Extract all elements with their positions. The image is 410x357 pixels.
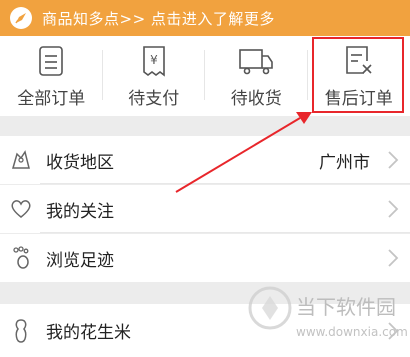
watermark-name: 当下软件园	[296, 295, 396, 319]
watermark-logo: 当下软件园 www.downxia.com	[248, 280, 408, 352]
watermark-url: www.downxia.com	[296, 325, 408, 339]
